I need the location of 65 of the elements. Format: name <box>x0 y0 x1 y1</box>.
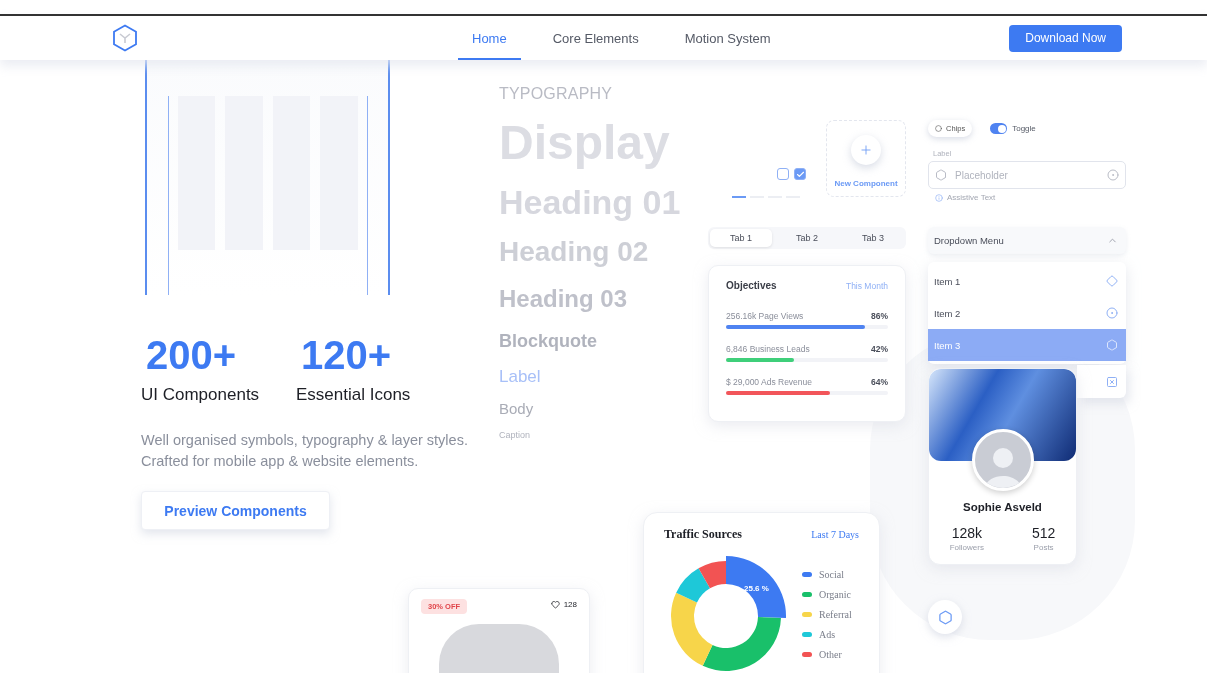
assistive-text: Assistive Text <box>947 193 996 202</box>
stat-label: Followers <box>949 543 984 552</box>
tab[interactable]: Tab 2 <box>776 229 838 247</box>
description-text: Well organised symbols, typography & layer styles. <box>141 431 468 450</box>
info-icon <box>935 193 943 202</box>
toggle-switch[interactable] <box>990 123 1008 134</box>
stat-label: Posts <box>1033 543 1054 552</box>
metric-label: 6,846 Business Leads <box>726 344 810 354</box>
circle-icon <box>935 125 942 132</box>
legend-label: Social <box>819 568 844 580</box>
section-heading: TYPOGRAPHY <box>499 85 613 103</box>
profile-name: Sophie Asveld <box>963 501 1042 513</box>
stat-value: 200+ <box>146 333 238 377</box>
tab[interactable]: Tab 1 <box>710 229 772 247</box>
stat-value: 512 <box>1031 525 1056 541</box>
preview-components-button[interactable]: Preview Components <box>141 491 330 530</box>
logo-icon[interactable] <box>112 24 138 52</box>
new-component-label: New Component <box>834 179 898 188</box>
menu-item-icon <box>1106 307 1118 319</box>
plus-icon <box>859 143 873 157</box>
type-sample: Blockquote <box>499 332 597 353</box>
dropdown-menu[interactable]: Dropdown Menu <box>928 227 1126 254</box>
heart-icon[interactable] <box>550 600 560 609</box>
nav-link[interactable]: Core Elements <box>538 16 653 60</box>
add-button[interactable] <box>851 135 881 165</box>
input-field[interactable]: Placeholder <box>953 168 1101 182</box>
type-sample: Caption <box>499 431 531 442</box>
menu-item-icon <box>1106 275 1118 287</box>
toggle-label: Toggle <box>1012 124 1036 133</box>
checkbox[interactable] <box>777 168 789 180</box>
period-link[interactable]: Last 7 Days <box>811 529 859 540</box>
stat-value: 128k <box>951 525 982 541</box>
menu-item[interactable]: Item 2 <box>928 297 1126 329</box>
legend-label: Organic <box>819 588 852 600</box>
metric-percent: 42% <box>871 344 888 354</box>
type-sample: Label <box>499 368 541 387</box>
stat-value: 120+ <box>301 333 393 377</box>
text-field[interactable]: Placeholder <box>928 161 1126 189</box>
download-button[interactable]: Download Now <box>1009 24 1122 52</box>
legend-label: Other <box>819 648 842 660</box>
metric-percent: 64% <box>871 377 888 387</box>
type-sample: Body <box>499 400 534 418</box>
close-square-icon <box>1106 375 1118 388</box>
type-sample: Heading 03 <box>499 286 628 313</box>
card-title: Objectives <box>726 280 777 291</box>
metric-label: $ 29,000 Ads Revenue <box>726 377 812 387</box>
stat-label: Essential Icons <box>296 385 411 405</box>
nav-link[interactable]: Motion System <box>670 16 785 60</box>
nav-link[interactable]: Home <box>458 16 521 60</box>
description-text: Crafted for mobile app & website elements. <box>141 452 419 471</box>
legend-label: Referral <box>819 608 852 620</box>
slice-value-label: 25.6 % <box>744 584 769 593</box>
menu-item-icon <box>1106 339 1118 351</box>
checkbox[interactable] <box>794 168 806 180</box>
hexagon-icon <box>935 169 947 181</box>
metric-label: 256.16k Page Views <box>726 311 804 321</box>
hexagon-icon <box>937 609 953 625</box>
circle-dot-icon <box>1107 169 1119 181</box>
menu-item[interactable]: Item 1 <box>928 265 1126 297</box>
card-title: Traffic Sources <box>664 527 742 542</box>
metric-percent: 86% <box>871 311 888 321</box>
legend-label: Ads <box>819 628 836 640</box>
stat-label: UI Components <box>141 385 261 405</box>
tab[interactable]: Tab 3 <box>842 229 904 247</box>
like-count: 128 <box>563 600 577 609</box>
